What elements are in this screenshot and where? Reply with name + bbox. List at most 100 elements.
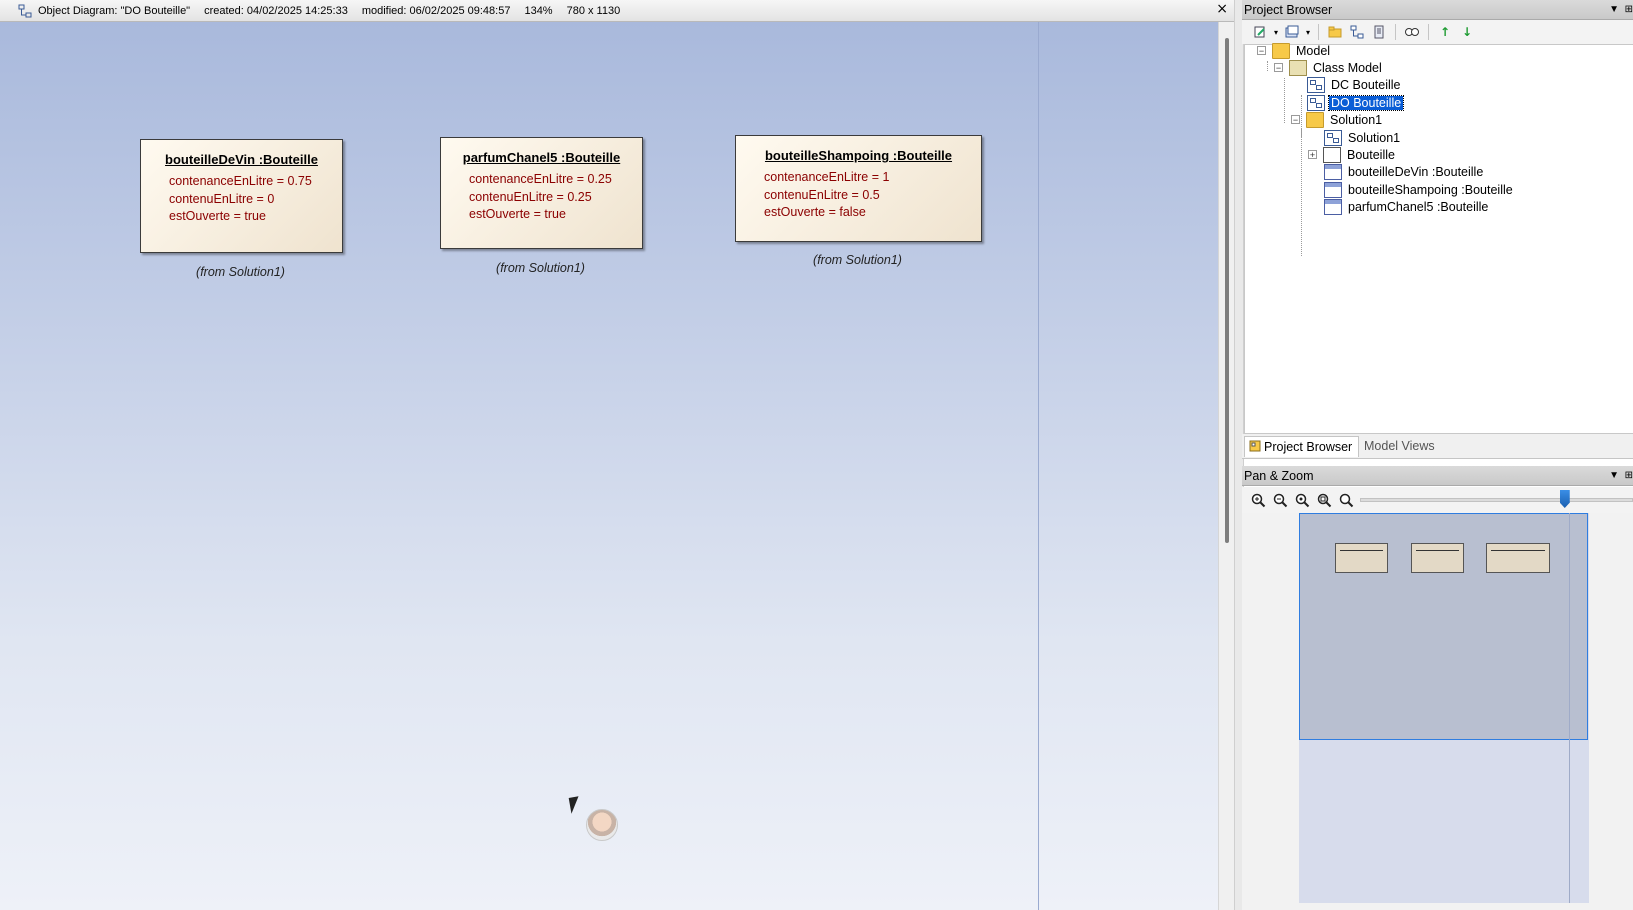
expand-icon[interactable]: + bbox=[1308, 150, 1317, 160]
tree-node-solution1-package[interactable]: − Solution1 bbox=[1291, 111, 1384, 128]
tree-guide-line bbox=[1267, 61, 1268, 71]
toolbar-separator bbox=[1318, 24, 1319, 40]
mini-object bbox=[1486, 543, 1550, 573]
object-attribute: contenuEnLitre = 0.5 bbox=[764, 187, 880, 202]
dropdown-arrow-icon[interactable]: ▾ bbox=[1304, 23, 1312, 41]
tab-project-browser[interactable]: Project Browser bbox=[1244, 436, 1360, 457]
tree-node-label: bouteilleShampoing :Bouteille bbox=[1348, 182, 1513, 197]
diagram-zoom: 134% bbox=[524, 4, 553, 17]
object-attribute: contenuEnLitre = 0.25 bbox=[469, 189, 592, 204]
tree-node-do-bouteille[interactable]: DO Bouteille bbox=[1307, 94, 1405, 111]
object-title: bouteilleShampoing :Bouteille bbox=[764, 148, 953, 163]
diagram-title: Object Diagram: "DO Bouteille" bbox=[38, 4, 191, 17]
project-browser-title: Project Browser bbox=[1244, 3, 1333, 17]
pan-zoom-page-boundary bbox=[1569, 513, 1570, 903]
tree-node-object-bouteilleDeVin[interactable]: bouteilleDeVin :Bouteille bbox=[1324, 163, 1485, 180]
tree-node-label-selected: DO Bouteille bbox=[1327, 94, 1405, 111]
tree-node-object-bouteilleShampoing[interactable]: bouteilleShampoing :Bouteille bbox=[1324, 181, 1515, 198]
move-down-icon[interactable]: ↓ bbox=[1457, 23, 1477, 41]
object-diagram-icon bbox=[1307, 94, 1325, 111]
document-icon[interactable] bbox=[1369, 23, 1389, 41]
class-diagram-icon bbox=[1324, 129, 1342, 146]
toolbar-separator bbox=[1395, 24, 1396, 40]
project-browser-header: Project Browser ▼ ⊞ bbox=[1242, 0, 1633, 20]
package-view-icon bbox=[1289, 59, 1307, 76]
diagram-structure-icon[interactable] bbox=[1347, 23, 1367, 41]
tree-node-solution1-diagram[interactable]: Solution1 bbox=[1324, 129, 1402, 146]
diagram-vertical-scrollbar[interactable] bbox=[1218, 22, 1235, 910]
move-up-icon[interactable]: ↑ bbox=[1435, 23, 1455, 41]
object-origin-label: (from Solution1) bbox=[813, 253, 902, 267]
object-attribute: contenanceEnLitre = 0.75 bbox=[169, 174, 312, 188]
pan-zoom-title: Pan & Zoom bbox=[1244, 469, 1314, 483]
object-icon bbox=[1324, 198, 1342, 215]
new-diagram-icon[interactable] bbox=[1282, 23, 1302, 41]
find-in-browser-icon[interactable] bbox=[1402, 23, 1422, 41]
new-element-icon[interactable] bbox=[1250, 23, 1270, 41]
object-title: bouteilleDeVin :Bouteille bbox=[165, 152, 318, 167]
project-browser-icon bbox=[1249, 440, 1261, 452]
collapse-icon[interactable]: − bbox=[1291, 115, 1300, 125]
object-bouteilleShampoing[interactable]: bouteilleShampoing :Bouteille contenance… bbox=[735, 135, 982, 242]
object-icon bbox=[1324, 163, 1342, 180]
diagram-created: created: 04/02/2025 14:25:33 bbox=[204, 4, 348, 17]
tree-node-label: parfumChanel5 :Bouteille bbox=[1348, 199, 1489, 214]
object-attribute: estOuverte = true bbox=[469, 207, 566, 221]
panel-menu-icon[interactable]: ▼ bbox=[1609, 0, 1619, 20]
tab-label: Model Views bbox=[1364, 439, 1435, 453]
zoom-in-icon[interactable] bbox=[1248, 490, 1268, 510]
pan-zoom-preview[interactable] bbox=[1242, 513, 1633, 910]
tree-node-object-parfumChanel5[interactable]: parfumChanel5 :Bouteille bbox=[1324, 198, 1490, 215]
dropdown-arrow-icon[interactable]: ▾ bbox=[1272, 23, 1280, 41]
scrollbar-thumb[interactable] bbox=[1225, 38, 1229, 543]
project-browser-tabs: Project Browser Model Views bbox=[1242, 434, 1633, 459]
tree-node-bouteille-class[interactable]: + Bouteille bbox=[1308, 146, 1397, 163]
object-parfumChanel5[interactable]: parfumChanel5 :Bouteille contenanceEnLit… bbox=[440, 137, 643, 249]
tree-node-label: Solution1 bbox=[1330, 112, 1383, 127]
object-title: parfumChanel5 :Bouteille bbox=[462, 150, 621, 165]
zoom-slider-track[interactable] bbox=[1360, 498, 1633, 502]
object-attribute: estOuverte = true bbox=[169, 209, 266, 223]
object-icon bbox=[1324, 181, 1342, 198]
pan-zoom-viewport[interactable] bbox=[1299, 513, 1588, 740]
package-folder-icon bbox=[1306, 111, 1324, 128]
tree-node-label: DC Bouteille bbox=[1331, 77, 1401, 92]
object-origin-label: (from Solution1) bbox=[196, 265, 285, 279]
diagram-canvas[interactable]: bouteilleDeVin :Bouteille contenanceEnLi… bbox=[0, 22, 1218, 910]
tab-model-views[interactable]: Model Views bbox=[1360, 436, 1441, 456]
tree-node-label: Class Model bbox=[1313, 60, 1382, 75]
zoom-page-icon[interactable] bbox=[1336, 490, 1356, 510]
project-browser-toolbar: ▾ ▾ ↑ ↓ bbox=[1242, 20, 1633, 44]
mini-object bbox=[1335, 543, 1388, 573]
zoom-out-icon[interactable] bbox=[1270, 490, 1290, 510]
zoom-100-icon[interactable] bbox=[1292, 490, 1312, 510]
new-package-icon[interactable] bbox=[1325, 23, 1345, 41]
tree-guide-line bbox=[1301, 131, 1302, 256]
project-tree[interactable]: − Model − Class Model DC Bouteille DO Bo… bbox=[1244, 42, 1633, 434]
object-attribute: estOuverte = false bbox=[764, 205, 866, 219]
mini-object bbox=[1411, 543, 1464, 573]
object-bouteilleDeVin[interactable]: bouteilleDeVin :Bouteille contenanceEnLi… bbox=[140, 139, 343, 253]
pin-icon[interactable]: ⊞ bbox=[1625, 466, 1633, 486]
page-boundary bbox=[1038, 22, 1039, 910]
collapse-icon[interactable]: − bbox=[1257, 46, 1266, 56]
object-diagram-icon bbox=[18, 4, 32, 17]
tree-node-label: bouteilleDeVin :Bouteille bbox=[1348, 164, 1484, 179]
tree-node-label: Bouteille bbox=[1347, 147, 1395, 162]
tree-node-class-model[interactable]: − Class Model bbox=[1274, 59, 1384, 76]
tree-node-label: Solution1 bbox=[1348, 130, 1401, 145]
panel-menu-icon[interactable]: ▼ bbox=[1609, 466, 1619, 486]
tree-node-model[interactable]: − Model bbox=[1257, 42, 1332, 59]
zoom-fit-icon[interactable] bbox=[1314, 490, 1334, 510]
diagram-modified: modified: 06/02/2025 09:48:57 bbox=[361, 4, 511, 17]
tab-label: Project Browser bbox=[1264, 440, 1353, 454]
model-root-icon bbox=[1272, 42, 1290, 59]
tree-node-dc-bouteille[interactable]: DC Bouteille bbox=[1307, 76, 1402, 93]
class-diagram-icon bbox=[1307, 76, 1325, 93]
pin-icon[interactable]: ⊞ bbox=[1625, 0, 1633, 20]
close-icon[interactable]: × bbox=[1216, 1, 1228, 17]
object-origin-label: (from Solution1) bbox=[496, 261, 585, 275]
collapse-icon[interactable]: − bbox=[1274, 63, 1283, 73]
mouse-cursor-icon bbox=[568, 796, 582, 814]
tree-guide-line bbox=[1284, 78, 1285, 123]
